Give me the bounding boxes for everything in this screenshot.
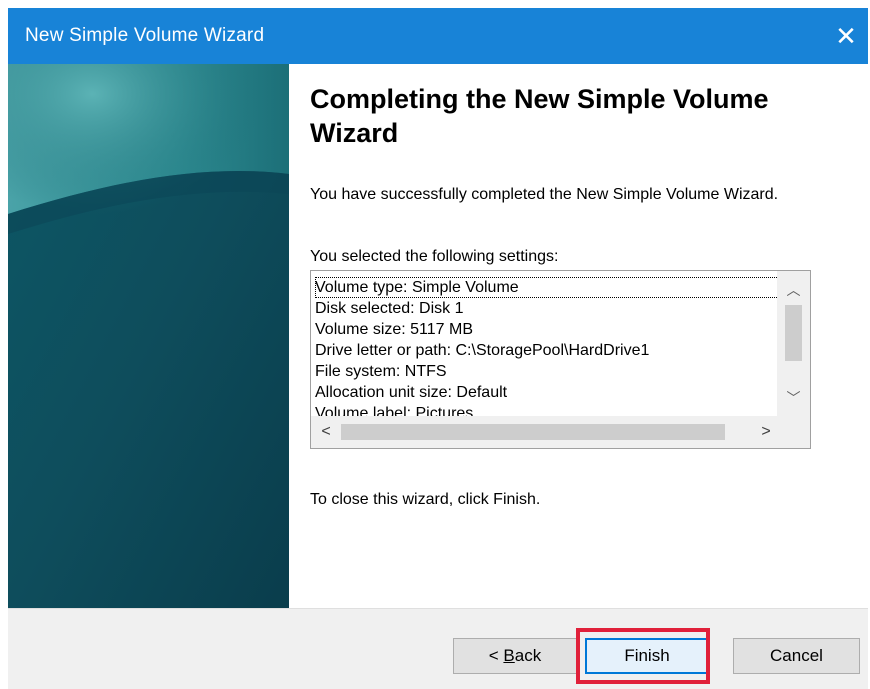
side-banner-graphic xyxy=(8,64,289,608)
settings-line[interactable]: Volume type: Simple Volume xyxy=(315,277,779,298)
settings-line[interactable]: Disk selected: Disk 1 xyxy=(315,298,779,319)
settings-line[interactable]: Drive letter or path: C:\StoragePool\Har… xyxy=(315,340,779,361)
settings-line[interactable]: Volume size: 5117 MB xyxy=(315,319,779,340)
wizard-content: Completing the New Simple Volume Wizard … xyxy=(289,64,868,608)
close-instruction: To close this wizard, click Finish. xyxy=(310,491,541,508)
scrollbar-corner xyxy=(777,416,810,448)
chevron-right-icon[interactable]: > xyxy=(753,416,779,448)
chevron-down-icon[interactable]: ﹀ xyxy=(777,385,810,410)
settings-label: You selected the following settings: xyxy=(310,248,559,265)
back-button-accel: B xyxy=(503,646,515,665)
wizard-window: New Simple Volume Wizard ✕ Completing th… xyxy=(8,8,868,689)
finish-button[interactable]: Finish xyxy=(585,638,709,674)
back-button[interactable]: < Back xyxy=(453,638,577,674)
wizard-side-banner xyxy=(8,64,289,608)
close-icon[interactable]: ✕ xyxy=(824,8,868,64)
window-title: New Simple Volume Wizard xyxy=(25,25,265,46)
chevron-up-icon[interactable]: ︿ xyxy=(777,277,810,302)
back-button-prefix: < xyxy=(488,646,504,665)
title-bar[interactable]: New Simple Volume Wizard ✕ xyxy=(8,8,868,64)
success-message: You have successfully completed the New … xyxy=(310,186,779,203)
settings-line[interactable]: Allocation unit size: Default xyxy=(315,382,779,403)
button-bar: < Back Finish Cancel xyxy=(8,608,868,689)
cancel-button[interactable]: Cancel xyxy=(733,638,860,674)
settings-listbox[interactable]: Volume type: Simple Volume Disk selected… xyxy=(310,270,811,449)
settings-list: Volume type: Simple Volume Disk selected… xyxy=(315,277,779,423)
settings-line[interactable]: File system: NTFS xyxy=(315,361,779,382)
vertical-scrollbar[interactable]: ︿ ﹀ xyxy=(777,271,810,416)
back-button-rest: ack xyxy=(514,646,542,665)
chevron-left-icon[interactable]: < xyxy=(313,416,339,448)
page-title: Completing the New Simple Volume Wizard xyxy=(310,84,769,148)
horizontal-scroll-thumb[interactable] xyxy=(341,424,725,440)
horizontal-scrollbar[interactable]: < > xyxy=(311,416,810,448)
vertical-scroll-thumb[interactable] xyxy=(785,305,802,361)
